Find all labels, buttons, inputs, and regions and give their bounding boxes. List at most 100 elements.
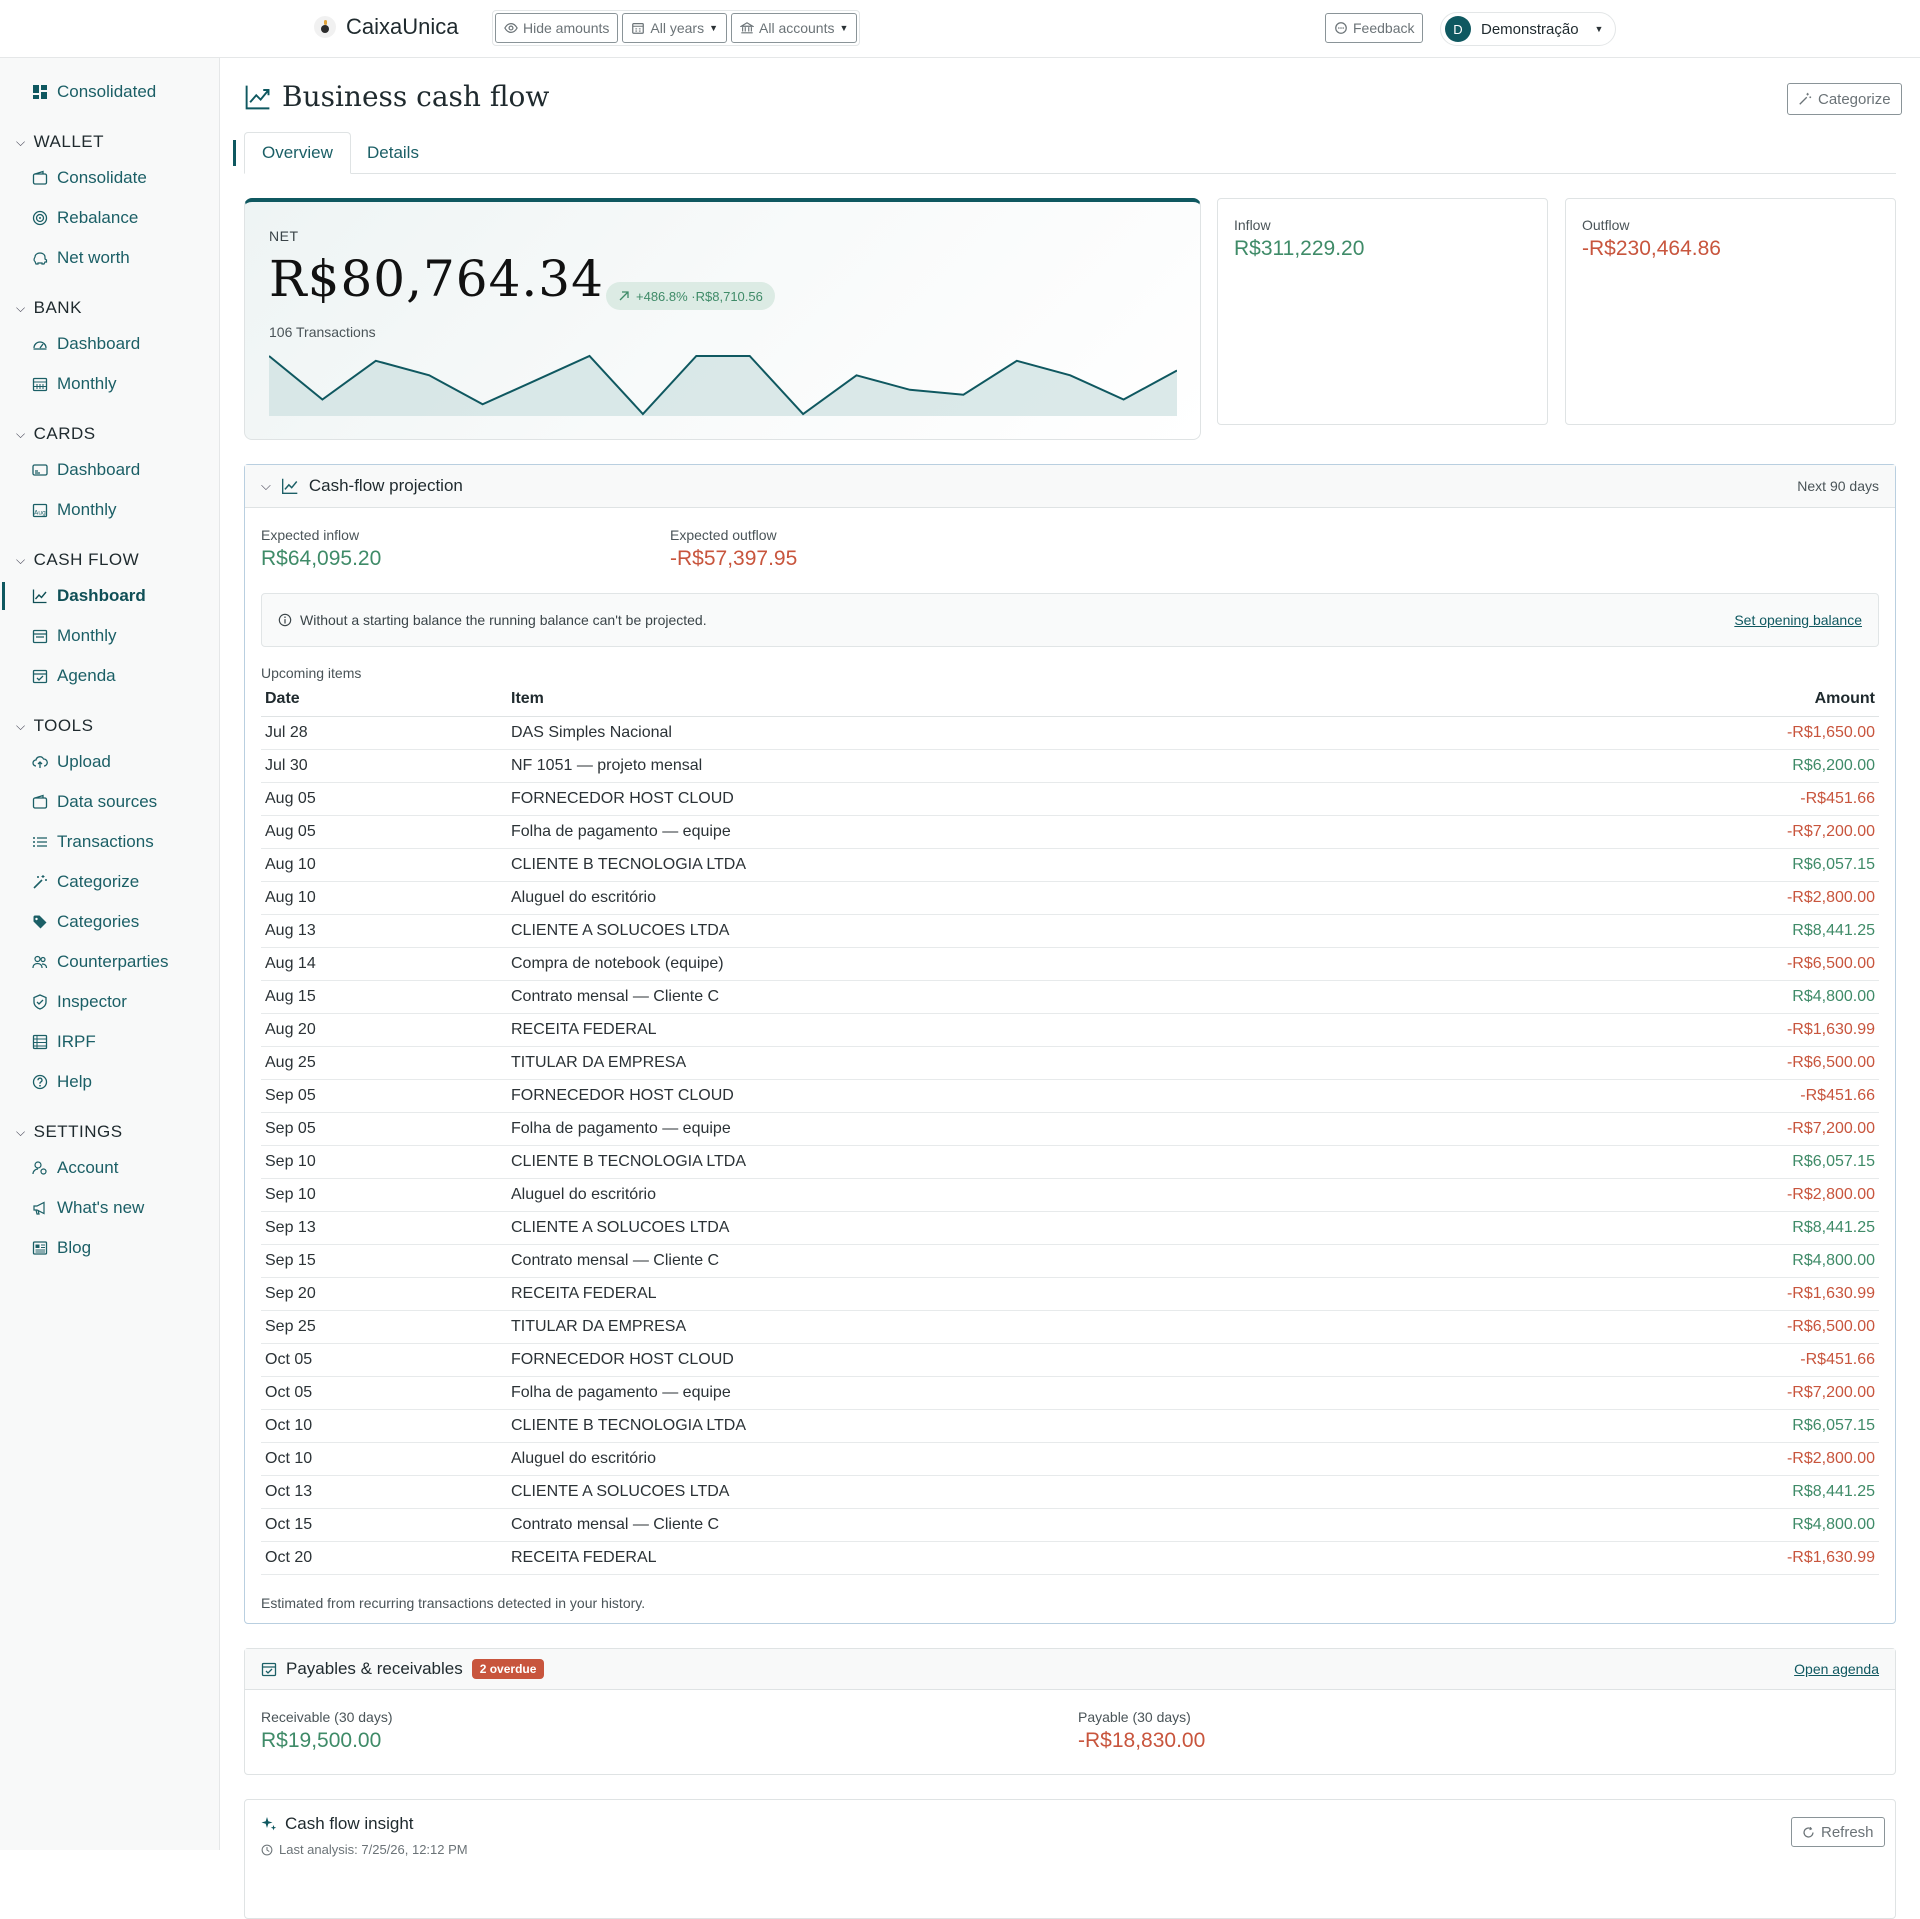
- row-item: Contrato mensal — Cliente C: [507, 980, 1491, 1014]
- sidebar-item-label: Monthly: [57, 374, 117, 393]
- sidebar-section-settings[interactable]: ⌵ SETTINGS: [16, 1122, 123, 1142]
- sidebar-section-cards[interactable]: ⌵ CARDS: [16, 424, 96, 444]
- table-row[interactable]: Aug 10 CLIENTE B TECNOLOGIA LTDA R$6,057.1…: [261, 848, 1879, 882]
- table-row[interactable]: Sep 10 Aluguel do escritório -R$2,800.00: [261, 1178, 1879, 1212]
- table-row[interactable]: Oct 15 Contrato mensal — Cliente C R$4,800…: [261, 1508, 1879, 1542]
- sidebar-item-data-sources[interactable]: Data sources: [32, 792, 157, 812]
- table-row[interactable]: Oct 10 CLIENTE B TECNOLOGIA LTDA R$6,057.1…: [261, 1409, 1879, 1443]
- sidebar-item-consolidated[interactable]: Consolidated: [32, 82, 156, 102]
- sidebar-item-cash-flow-monthly[interactable]: Monthly: [32, 626, 117, 646]
- net-transaction-count: 106 Transactions: [269, 324, 376, 340]
- projection-header[interactable]: ⌵ Cash-flow projection Next 90 days: [245, 465, 1895, 508]
- table-row[interactable]: Jul 30 NF 1051 — projeto mensal R$6,200.00: [261, 749, 1879, 783]
- sidebar-item-categorize[interactable]: Categorize: [32, 872, 139, 892]
- sidebar-item-label: Consolidate: [57, 168, 147, 187]
- table-row[interactable]: Aug 25 TITULAR DA EMPRESA -R$6,500.00: [261, 1046, 1879, 1080]
- sidebar-item-cards-dashboard[interactable]: Dashboard: [32, 460, 140, 480]
- user-menu[interactable]: D Demonstração ▼: [1440, 12, 1617, 46]
- table-row[interactable]: Aug 05 Folha de pagamento — equipe -R$7,20…: [261, 815, 1879, 849]
- sidebar-item-label: Upload: [57, 752, 111, 771]
- table-row[interactable]: Sep 13 CLIENTE A SOLUCOES LTDA R$8,441.25: [261, 1211, 1879, 1245]
- set-opening-balance-link[interactable]: Set opening balance: [1734, 612, 1862, 628]
- sidebar-item-net-worth[interactable]: Net worth: [32, 248, 130, 268]
- sidebar-item-label: Dashboard: [57, 334, 141, 353]
- refresh-button[interactable]: Refresh: [1791, 1817, 1885, 1847]
- open-agenda-link[interactable]: Open agenda: [1794, 1661, 1879, 1677]
- table-row[interactable]: Sep 15 Contrato mensal — Cliente C R$4,800…: [261, 1244, 1879, 1278]
- chevron-down-icon[interactable]: ⌵: [261, 478, 271, 494]
- row-amount: -R$1,650.00: [1490, 716, 1879, 750]
- year-filter-label: All years: [650, 20, 705, 36]
- row-amount: R$6,057.15: [1490, 848, 1879, 882]
- sidebar-item-agenda[interactable]: Agenda: [32, 666, 116, 686]
- table-row[interactable]: Jul 28 DAS Simples Nacional -R$1,650.00: [261, 716, 1879, 750]
- table-row[interactable]: Oct 05 FORNECEDOR HOST CLOUD -R$451.66: [261, 1343, 1879, 1377]
- tab-details[interactable]: Details: [350, 132, 436, 174]
- row-date: Aug 20: [261, 1013, 507, 1047]
- table-row[interactable]: Aug 15 Contrato mensal — Cliente C R$4,800…: [261, 980, 1879, 1014]
- table-row[interactable]: Oct 20 RECEITA FEDERAL -R$1,630.99: [261, 1541, 1879, 1575]
- row-amount: R$8,441.25: [1490, 914, 1879, 948]
- row-item: FORNECEDOR HOST CLOUD: [507, 1079, 1491, 1113]
- caret-down-icon: ▼: [839, 23, 849, 33]
- table-row[interactable]: Aug 13 CLIENTE A SOLUCOES LTDA R$8,441.25: [261, 914, 1879, 948]
- net-label: NET: [269, 228, 299, 244]
- column-header-item[interactable]: Item: [507, 683, 1491, 717]
- net-value: R$80,764.34: [269, 250, 604, 308]
- sidebar-section-bank[interactable]: ⌵ BANK: [16, 298, 82, 318]
- sidebar-section-title: SETTINGS: [33, 1122, 123, 1141]
- row-item: CLIENTE B TECNOLOGIA LTDA: [507, 1409, 1491, 1443]
- sidebar-item-upload[interactable]: Upload: [32, 752, 111, 772]
- receivable-value: R$19,500.00: [261, 1729, 382, 1752]
- categorize-button[interactable]: Categorize: [1787, 83, 1902, 115]
- table-row[interactable]: Aug 14 Compra de notebook (equipe) -R$6,50…: [261, 947, 1879, 981]
- column-header-amount[interactable]: Amount: [1490, 683, 1879, 717]
- sidebar-item-transactions[interactable]: Transactions: [32, 832, 154, 852]
- sidebar-item-bank-monthly[interactable]: Monthly: [32, 374, 117, 394]
- sidebar-item-rebalance[interactable]: Rebalance: [32, 208, 138, 228]
- sidebar-item-consolidate[interactable]: Consolidate: [32, 168, 147, 188]
- sidebar-item-account[interactable]: Account: [32, 1158, 118, 1178]
- sidebar-item-blog[interactable]: Blog: [32, 1238, 91, 1258]
- tab-overview[interactable]: Overview: [244, 132, 351, 174]
- sidebar-item-counterparties[interactable]: Counterparties: [32, 952, 169, 972]
- sidebar-item-categories[interactable]: Categories: [32, 912, 139, 932]
- sidebar-section-wallet[interactable]: ⌵ WALLET: [16, 132, 104, 152]
- sidebar-item-irpf[interactable]: IRPF: [32, 1032, 96, 1052]
- year-filter-dropdown[interactable]: All years ▼: [622, 13, 727, 43]
- sidebar-section-cash-flow[interactable]: ⌵ CASH FLOW: [16, 550, 139, 570]
- sidebar-item-inspector[interactable]: Inspector: [32, 992, 127, 1012]
- table-row[interactable]: Sep 05 Folha de pagamento — equipe -R$7,20…: [261, 1112, 1879, 1146]
- sidebar-section-tools[interactable]: ⌵ TOOLS: [16, 716, 93, 736]
- table-row[interactable]: Oct 10 Aluguel do escritório -R$2,800.00: [261, 1442, 1879, 1476]
- table-row[interactable]: Aug 05 FORNECEDOR HOST CLOUD -R$451.66: [261, 782, 1879, 816]
- table-row[interactable]: Oct 13 CLIENTE A SOLUCOES LTDA R$8,441.25: [261, 1475, 1879, 1509]
- sidebar-item-bank-dashboard[interactable]: Dashboard: [32, 334, 140, 354]
- table-row[interactable]: Sep 20 RECEITA FEDERAL -R$1,630.99: [261, 1277, 1879, 1311]
- row-date: Oct 05: [261, 1376, 507, 1410]
- table-row[interactable]: Aug 20 RECEITA FEDERAL -R$1,630.99: [261, 1013, 1879, 1047]
- hide-amounts-button[interactable]: Hide amounts: [495, 13, 619, 43]
- upcoming-items-body: Jul 28 DAS Simples Nacional -R$1,650.00 Jul…: [261, 716, 1879, 1575]
- table-row[interactable]: Oct 05 Folha de pagamento — equipe -R$7,20…: [261, 1376, 1879, 1410]
- row-date: Aug 14: [261, 947, 507, 981]
- sidebar-item-cash-flow-dashboard[interactable]: Dashboard: [32, 586, 146, 606]
- sidebar-item-cards-monthly[interactable]: Aug Monthly: [32, 500, 117, 520]
- table-row[interactable]: Sep 05 FORNECEDOR HOST CLOUD -R$451.66: [261, 1079, 1879, 1113]
- account-filter-dropdown[interactable]: All accounts ▼: [731, 13, 858, 43]
- column-header-date[interactable]: Date: [261, 683, 507, 717]
- row-item: CLIENTE A SOLUCOES LTDA: [507, 1475, 1491, 1509]
- table-row[interactable]: Aug 10 Aluguel do escritório -R$2,800.00: [261, 881, 1879, 915]
- brand[interactable]: CaixaUnica: [314, 14, 459, 40]
- table-row[interactable]: Sep 10 CLIENTE B TECNOLOGIA LTDA R$6,057.1…: [261, 1145, 1879, 1179]
- insight-title: Cash flow insight: [261, 1814, 414, 1834]
- sidebar-item-help[interactable]: Help: [32, 1072, 92, 1092]
- sidebar-item-whats-new[interactable]: What's new: [32, 1198, 144, 1218]
- feedback-button[interactable]: Feedback: [1325, 13, 1424, 43]
- chevron-down-icon: ⌵: [16, 134, 26, 149]
- chevron-down-icon: ⌵: [16, 426, 26, 441]
- bank-icon: [740, 22, 754, 34]
- wallet-icon: [32, 794, 48, 809]
- table-row[interactable]: Sep 25 TITULAR DA EMPRESA -R$6,500.00: [261, 1310, 1879, 1344]
- arrow-up-right-icon: [619, 291, 629, 301]
